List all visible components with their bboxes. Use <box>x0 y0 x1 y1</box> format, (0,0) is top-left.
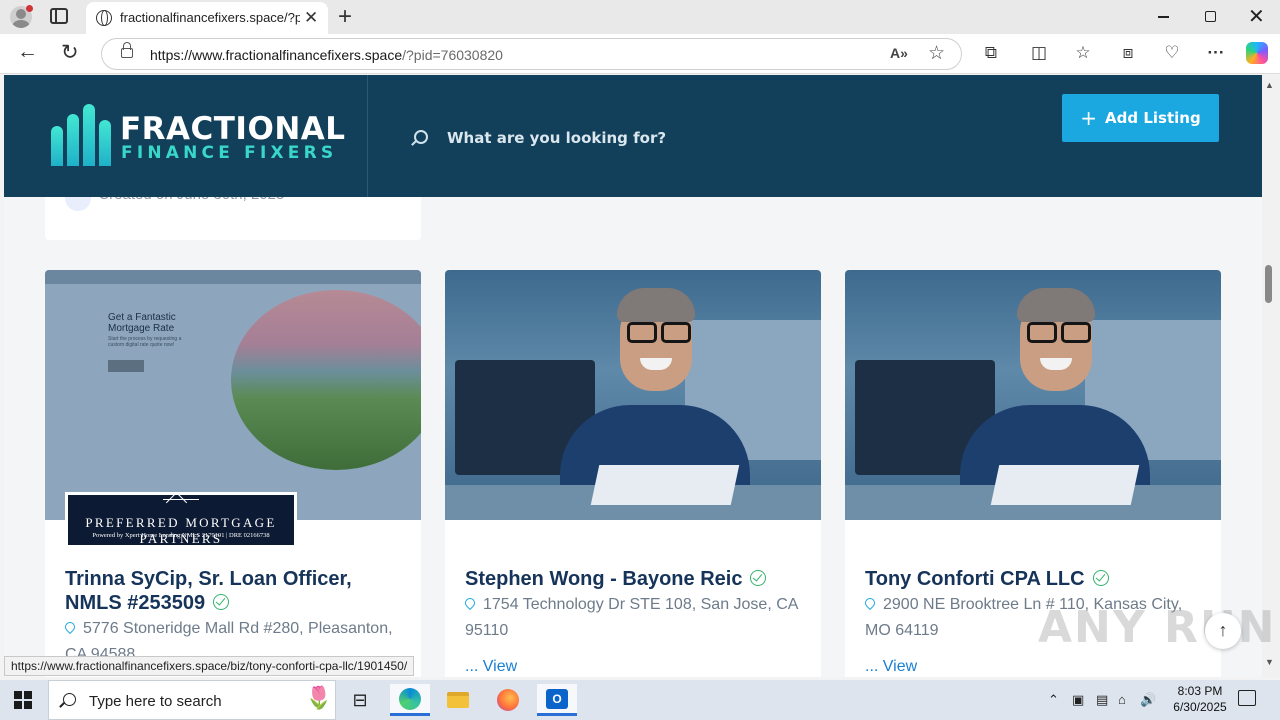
url-path: /?pid=76030820 <box>402 47 503 63</box>
logo-subtitle[interactable]: FINANCE FIXERS <box>121 143 337 163</box>
logo-company-name: PREFERRED MORTGAGE PARTNERS <box>85 515 277 546</box>
new-tab-button[interactable]: + <box>338 3 352 31</box>
url-field[interactable]: https://www.fractionalfinancefixers.spac… <box>101 38 962 70</box>
scroll-up-arrow-icon[interactable]: ▲ <box>1265 80 1274 90</box>
mortgage-subtext: Start the process by requesting a custom… <box>108 336 182 348</box>
taskbar: Type here to search 🌷 ⊟ O ⌃ ▣ ▤ ⌂ 🔊 8:03… <box>0 680 1280 720</box>
browser-tab-bar: fractionalfinancefixers.space/?pid ✕ + ✕ <box>0 0 1280 34</box>
browser-essentials-icon[interactable]: ♡ <box>1161 42 1183 64</box>
collections-icon[interactable]: ⧈ <box>1117 42 1139 64</box>
search-icon <box>63 693 76 706</box>
copilot-icon[interactable] <box>1246 42 1268 64</box>
clock[interactable]: 8:03 PM 6/30/2025 <box>1160 683 1240 715</box>
company-logo: PREFERRED MORTGAGE PARTNERS Powered by X… <box>65 492 297 548</box>
listing-image[interactable] <box>445 270 821 520</box>
glasses <box>623 322 691 343</box>
favorite-star-icon[interactable]: ☆ <box>928 42 945 65</box>
restore-button[interactable] <box>1205 11 1216 22</box>
network-icon[interactable]: ⌂ <box>1118 692 1126 707</box>
listing-card[interactable]: Get a Fantastic Mortgage Rate Start the … <box>45 270 421 677</box>
location-pin-icon <box>462 595 478 611</box>
papers <box>990 465 1140 505</box>
site-header: FRACTIONAL FINANCE FIXERS + Add Listing <box>4 75 1262 197</box>
papers <box>590 465 740 505</box>
reload-button[interactable]: ↻ <box>61 40 79 65</box>
outlook-icon[interactable]: O <box>537 684 577 716</box>
back-to-top-button[interactable]: ↑ <box>1205 613 1241 649</box>
listing-title[interactable]: Stephen Wong - Bayone Reic <box>465 567 775 591</box>
search-highlight-icon: 🌷 <box>305 685 333 710</box>
taskbar-search-placeholder: Type here to search <box>89 693 222 710</box>
person-hair <box>617 288 695 322</box>
mortgage-site-nav <box>45 270 421 284</box>
header-divider <box>367 75 368 197</box>
minimize-button[interactable] <box>1158 16 1169 18</box>
address-bar-row: ← ↻ https://www.fractionalfinancefixers.… <box>0 34 1280 74</box>
profile-notification-dot <box>26 5 33 12</box>
listing-title[interactable]: Tony Conforti CPA LLC <box>865 567 1175 591</box>
logo-icon[interactable] <box>51 104 113 166</box>
favorites-icon[interactable]: ☆ <box>1072 42 1094 64</box>
search-input[interactable] <box>447 126 947 150</box>
listing-image[interactable]: Get a Fantastic Mortgage Rate Start the … <box>45 270 421 520</box>
tab-title: fractionalfinancefixers.space/?pid <box>120 10 300 25</box>
status-bar-url: https://www.fractionalfinancefixers.spac… <box>4 656 415 676</box>
clock-time: 8:03 PM <box>1177 684 1223 698</box>
scroll-down-arrow-icon[interactable]: ▼ <box>1265 657 1274 667</box>
landscape-image <box>231 290 421 470</box>
view-link[interactable]: ... View <box>865 658 917 676</box>
url-host: https://www.fractionalfinancefixers.spac… <box>150 47 403 63</box>
tab-actions-icon[interactable] <box>50 8 68 24</box>
tray-outlook-icon[interactable]: ▣ <box>1072 692 1084 708</box>
firefox-icon[interactable] <box>488 684 528 716</box>
clock-date: 6/30/2025 <box>1173 700 1227 714</box>
mortgage-headline: Get a Fantastic Mortgage Rate <box>108 312 176 334</box>
verified-icon <box>1092 570 1109 586</box>
lock-icon[interactable] <box>121 42 133 58</box>
windows-start-icon[interactable] <box>14 691 32 709</box>
back-button[interactable]: ← <box>17 40 38 64</box>
verified-icon <box>750 570 767 586</box>
listing-image[interactable] <box>845 270 1221 520</box>
logo-license-text: Powered by Xpert Home Lending NMLS 21791… <box>92 532 270 539</box>
listing-card[interactable]: Stephen Wong - Bayone Reic 1754 Technolo… <box>445 270 821 677</box>
browser-tab[interactable]: fractionalfinancefixers.space/?pid ✕ <box>86 2 328 34</box>
add-listing-button[interactable]: + Add Listing <box>1062 94 1219 142</box>
tray-device-icon[interactable]: ▤ <box>1096 692 1108 708</box>
split-screen-icon[interactable]: ◫ <box>1028 42 1050 64</box>
location-pin-icon <box>862 595 878 611</box>
web-page: Created on June 30th, 2025 FRACTIONAL FI… <box>4 75 1262 677</box>
globe-icon <box>96 10 112 26</box>
edge-taskbar-icon[interactable] <box>390 684 430 716</box>
plus-icon: + <box>1080 106 1098 130</box>
scrollbar[interactable] <box>1262 75 1280 677</box>
close-window-button[interactable]: ✕ <box>1248 4 1265 29</box>
search-icon <box>414 130 428 144</box>
listing-address: 1754 Technology Dr STE 108, San Jose, CA… <box>462 592 810 644</box>
location-pin-icon <box>62 619 78 635</box>
notifications-icon[interactable] <box>1238 690 1256 706</box>
mortgage-cta <box>108 360 144 372</box>
file-explorer-icon[interactable] <box>438 684 478 716</box>
view-link[interactable]: ... View <box>465 658 517 676</box>
taskbar-search[interactable]: Type here to search 🌷 <box>48 680 336 720</box>
listing-title[interactable]: Trinna SyCip, Sr. Loan Officer, NMLS #25… <box>65 567 375 615</box>
scrollbar-thumb[interactable] <box>1265 265 1272 303</box>
verified-icon <box>213 594 230 610</box>
add-listing-label: Add Listing <box>1105 109 1201 127</box>
roof-icon <box>163 499 199 514</box>
person-hair <box>1017 288 1095 322</box>
tab-close-icon[interactable]: ✕ <box>304 8 318 28</box>
extensions-icon[interactable]: ⧉ <box>980 42 1002 64</box>
tray-chevron-icon[interactable]: ⌃ <box>1048 692 1059 708</box>
more-menu-icon[interactable]: ··· <box>1205 42 1227 64</box>
logo-name[interactable]: FRACTIONAL <box>120 111 346 147</box>
task-view-icon[interactable]: ⊟ <box>340 684 380 716</box>
glasses <box>1023 322 1091 343</box>
read-aloud-icon[interactable]: A» <box>890 45 908 61</box>
url-text[interactable]: https://www.fractionalfinancefixers.spac… <box>150 47 503 63</box>
volume-icon[interactable]: 🔊 <box>1140 692 1156 708</box>
